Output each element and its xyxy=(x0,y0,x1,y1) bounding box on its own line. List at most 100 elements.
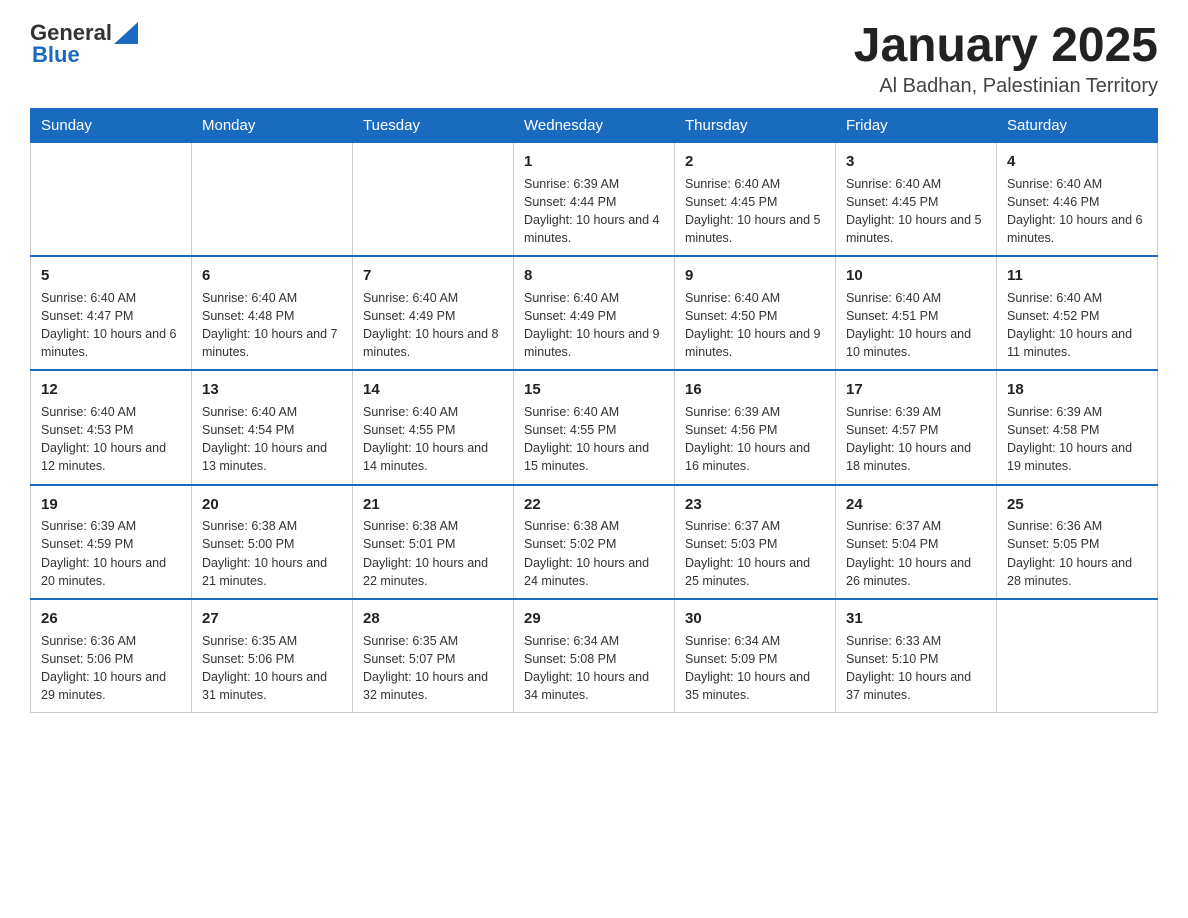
day-info: Sunrise: 6:34 AM Sunset: 5:08 PM Dayligh… xyxy=(524,632,664,705)
calendar-cell: 29Sunrise: 6:34 AM Sunset: 5:08 PM Dayli… xyxy=(514,599,675,713)
day-number: 2 xyxy=(685,151,825,173)
calendar-cell: 15Sunrise: 6:40 AM Sunset: 4:55 PM Dayli… xyxy=(514,370,675,484)
day-number: 5 xyxy=(41,265,181,287)
day-number: 17 xyxy=(846,379,986,401)
day-info: Sunrise: 6:40 AM Sunset: 4:45 PM Dayligh… xyxy=(846,175,986,248)
day-number: 31 xyxy=(846,608,986,630)
calendar-cell: 28Sunrise: 6:35 AM Sunset: 5:07 PM Dayli… xyxy=(353,599,514,713)
calendar-table: SundayMondayTuesdayWednesdayThursdayFrid… xyxy=(30,108,1158,713)
day-number: 8 xyxy=(524,265,664,287)
day-number: 6 xyxy=(202,265,342,287)
day-number: 10 xyxy=(846,265,986,287)
calendar-week-row: 26Sunrise: 6:36 AM Sunset: 5:06 PM Dayli… xyxy=(31,599,1158,713)
logo: General Blue xyxy=(30,20,138,68)
calendar-cell: 3Sunrise: 6:40 AM Sunset: 4:45 PM Daylig… xyxy=(836,142,997,256)
day-number: 4 xyxy=(1007,151,1147,173)
title-block: January 2025 Al Badhan, Palestinian Terr… xyxy=(854,20,1158,98)
calendar-cell: 23Sunrise: 6:37 AM Sunset: 5:03 PM Dayli… xyxy=(675,485,836,599)
calendar-cell: 24Sunrise: 6:37 AM Sunset: 5:04 PM Dayli… xyxy=(836,485,997,599)
calendar-week-row: 5Sunrise: 6:40 AM Sunset: 4:47 PM Daylig… xyxy=(31,256,1158,370)
calendar-cell: 22Sunrise: 6:38 AM Sunset: 5:02 PM Dayli… xyxy=(514,485,675,599)
day-info: Sunrise: 6:35 AM Sunset: 5:06 PM Dayligh… xyxy=(202,632,342,705)
logo-triangle-icon xyxy=(114,22,138,44)
calendar-cell: 11Sunrise: 6:40 AM Sunset: 4:52 PM Dayli… xyxy=(997,256,1158,370)
calendar-cell: 26Sunrise: 6:36 AM Sunset: 5:06 PM Dayli… xyxy=(31,599,192,713)
calendar-cell: 30Sunrise: 6:34 AM Sunset: 5:09 PM Dayli… xyxy=(675,599,836,713)
calendar-cell: 20Sunrise: 6:38 AM Sunset: 5:00 PM Dayli… xyxy=(192,485,353,599)
calendar-cell: 6Sunrise: 6:40 AM Sunset: 4:48 PM Daylig… xyxy=(192,256,353,370)
day-info: Sunrise: 6:40 AM Sunset: 4:49 PM Dayligh… xyxy=(363,289,503,362)
day-number: 16 xyxy=(685,379,825,401)
calendar-header-row: SundayMondayTuesdayWednesdayThursdayFrid… xyxy=(31,108,1158,142)
day-info: Sunrise: 6:40 AM Sunset: 4:50 PM Dayligh… xyxy=(685,289,825,362)
calendar-cell: 7Sunrise: 6:40 AM Sunset: 4:49 PM Daylig… xyxy=(353,256,514,370)
calendar-day-header: Tuesday xyxy=(353,108,514,142)
day-info: Sunrise: 6:37 AM Sunset: 5:04 PM Dayligh… xyxy=(846,517,986,590)
day-number: 27 xyxy=(202,608,342,630)
day-info: Sunrise: 6:40 AM Sunset: 4:55 PM Dayligh… xyxy=(524,403,664,476)
calendar-cell: 27Sunrise: 6:35 AM Sunset: 5:06 PM Dayli… xyxy=(192,599,353,713)
calendar-cell xyxy=(997,599,1158,713)
day-info: Sunrise: 6:39 AM Sunset: 4:57 PM Dayligh… xyxy=(846,403,986,476)
day-number: 14 xyxy=(363,379,503,401)
day-number: 1 xyxy=(524,151,664,173)
day-info: Sunrise: 6:40 AM Sunset: 4:48 PM Dayligh… xyxy=(202,289,342,362)
calendar-cell: 10Sunrise: 6:40 AM Sunset: 4:51 PM Dayli… xyxy=(836,256,997,370)
day-number: 21 xyxy=(363,494,503,516)
calendar-day-header: Wednesday xyxy=(514,108,675,142)
calendar-week-row: 1Sunrise: 6:39 AM Sunset: 4:44 PM Daylig… xyxy=(31,142,1158,256)
day-number: 15 xyxy=(524,379,664,401)
calendar-cell: 21Sunrise: 6:38 AM Sunset: 5:01 PM Dayli… xyxy=(353,485,514,599)
day-number: 13 xyxy=(202,379,342,401)
day-info: Sunrise: 6:38 AM Sunset: 5:00 PM Dayligh… xyxy=(202,517,342,590)
day-info: Sunrise: 6:36 AM Sunset: 5:05 PM Dayligh… xyxy=(1007,517,1147,590)
day-info: Sunrise: 6:33 AM Sunset: 5:10 PM Dayligh… xyxy=(846,632,986,705)
day-info: Sunrise: 6:40 AM Sunset: 4:55 PM Dayligh… xyxy=(363,403,503,476)
day-number: 20 xyxy=(202,494,342,516)
calendar-cell: 9Sunrise: 6:40 AM Sunset: 4:50 PM Daylig… xyxy=(675,256,836,370)
calendar-week-row: 12Sunrise: 6:40 AM Sunset: 4:53 PM Dayli… xyxy=(31,370,1158,484)
day-number: 26 xyxy=(41,608,181,630)
day-number: 3 xyxy=(846,151,986,173)
day-info: Sunrise: 6:39 AM Sunset: 4:59 PM Dayligh… xyxy=(41,517,181,590)
day-info: Sunrise: 6:39 AM Sunset: 4:58 PM Dayligh… xyxy=(1007,403,1147,476)
calendar-cell: 4Sunrise: 6:40 AM Sunset: 4:46 PM Daylig… xyxy=(997,142,1158,256)
logo-blue-text: Blue xyxy=(32,42,80,68)
day-number: 30 xyxy=(685,608,825,630)
day-number: 28 xyxy=(363,608,503,630)
day-number: 9 xyxy=(685,265,825,287)
day-number: 23 xyxy=(685,494,825,516)
day-number: 24 xyxy=(846,494,986,516)
calendar-cell: 12Sunrise: 6:40 AM Sunset: 4:53 PM Dayli… xyxy=(31,370,192,484)
calendar-cell: 25Sunrise: 6:36 AM Sunset: 5:05 PM Dayli… xyxy=(997,485,1158,599)
calendar-cell: 16Sunrise: 6:39 AM Sunset: 4:56 PM Dayli… xyxy=(675,370,836,484)
calendar-cell xyxy=(353,142,514,256)
calendar-cell: 8Sunrise: 6:40 AM Sunset: 4:49 PM Daylig… xyxy=(514,256,675,370)
calendar-cell: 2Sunrise: 6:40 AM Sunset: 4:45 PM Daylig… xyxy=(675,142,836,256)
day-info: Sunrise: 6:40 AM Sunset: 4:45 PM Dayligh… xyxy=(685,175,825,248)
calendar-cell xyxy=(31,142,192,256)
day-info: Sunrise: 6:39 AM Sunset: 4:44 PM Dayligh… xyxy=(524,175,664,248)
calendar-cell: 13Sunrise: 6:40 AM Sunset: 4:54 PM Dayli… xyxy=(192,370,353,484)
day-info: Sunrise: 6:40 AM Sunset: 4:51 PM Dayligh… xyxy=(846,289,986,362)
calendar-day-header: Sunday xyxy=(31,108,192,142)
location-subtitle: Al Badhan, Palestinian Territory xyxy=(854,75,1158,98)
month-title: January 2025 xyxy=(854,20,1158,73)
day-info: Sunrise: 6:40 AM Sunset: 4:53 PM Dayligh… xyxy=(41,403,181,476)
calendar-cell xyxy=(192,142,353,256)
day-info: Sunrise: 6:40 AM Sunset: 4:52 PM Dayligh… xyxy=(1007,289,1147,362)
day-info: Sunrise: 6:40 AM Sunset: 4:47 PM Dayligh… xyxy=(41,289,181,362)
calendar-day-header: Monday xyxy=(192,108,353,142)
page-header: General Blue January 2025 Al Badhan, Pal… xyxy=(30,20,1158,98)
day-info: Sunrise: 6:38 AM Sunset: 5:02 PM Dayligh… xyxy=(524,517,664,590)
day-info: Sunrise: 6:38 AM Sunset: 5:01 PM Dayligh… xyxy=(363,517,503,590)
calendar-day-header: Thursday xyxy=(675,108,836,142)
day-info: Sunrise: 6:36 AM Sunset: 5:06 PM Dayligh… xyxy=(41,632,181,705)
day-info: Sunrise: 6:39 AM Sunset: 4:56 PM Dayligh… xyxy=(685,403,825,476)
calendar-day-header: Friday xyxy=(836,108,997,142)
calendar-day-header: Saturday xyxy=(997,108,1158,142)
day-number: 12 xyxy=(41,379,181,401)
day-info: Sunrise: 6:40 AM Sunset: 4:46 PM Dayligh… xyxy=(1007,175,1147,248)
day-number: 25 xyxy=(1007,494,1147,516)
day-number: 29 xyxy=(524,608,664,630)
